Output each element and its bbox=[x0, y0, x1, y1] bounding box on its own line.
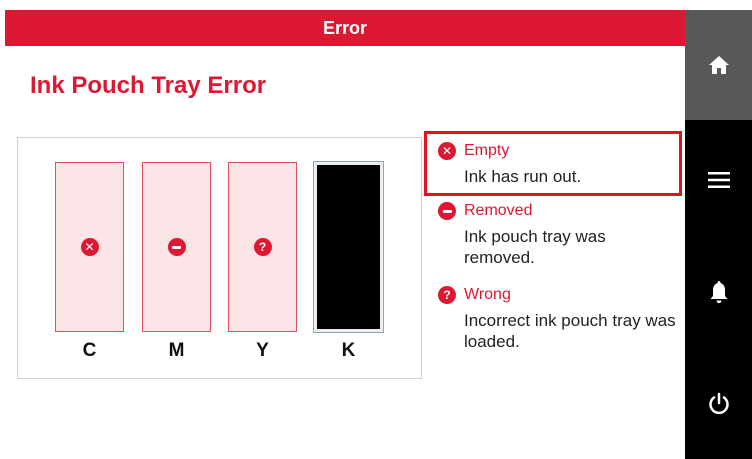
slot-m bbox=[142, 162, 211, 332]
header-title: Error bbox=[322, 17, 367, 38]
bell-icon bbox=[710, 281, 727, 303]
error-header-bar: Error bbox=[5, 10, 685, 46]
home-icon bbox=[708, 56, 729, 74]
slot-label-m: M bbox=[168, 340, 185, 361]
sidebar bbox=[685, 10, 752, 459]
minus-circle-icon bbox=[438, 202, 456, 220]
legend-removed-description: Ink pouch tray was removed. bbox=[464, 227, 606, 267]
slot-y: ? bbox=[228, 162, 297, 332]
minus-circle-icon bbox=[167, 238, 186, 256]
x-circle-icon: ✕ bbox=[438, 142, 456, 160]
legend-empty: ✕ Empty Ink has run out. bbox=[438, 142, 679, 187]
slot-k bbox=[313, 161, 384, 333]
legend-wrong-title: Wrong bbox=[464, 286, 511, 303]
question-circle-icon: ? bbox=[253, 238, 272, 256]
menu-icon bbox=[707, 172, 730, 188]
power-button[interactable] bbox=[685, 376, 752, 432]
notifications-button[interactable] bbox=[685, 264, 752, 320]
legend-empty-description: Ink has run out. bbox=[464, 167, 582, 186]
page-title: Ink Pouch Tray Error bbox=[30, 72, 267, 99]
legend-empty-title: Empty bbox=[464, 142, 510, 159]
legend-wrong: ? Wrong Incorrect ink pouch tray was loa… bbox=[438, 286, 679, 352]
slot-label-y: Y bbox=[256, 340, 269, 361]
slot-label-c: C bbox=[82, 340, 97, 361]
power-icon bbox=[708, 392, 729, 415]
ink-tray-diagram: ✕ C M ? Y K bbox=[17, 137, 422, 379]
question-circle-icon: ? bbox=[438, 286, 456, 304]
slot-label-k: K bbox=[341, 340, 356, 361]
legend-wrong-description: Incorrect ink pouch tray was loaded. bbox=[464, 311, 676, 351]
legend-removed-title: Removed bbox=[464, 202, 533, 219]
home-button[interactable] bbox=[685, 10, 752, 120]
menu-button[interactable] bbox=[685, 152, 752, 208]
x-circle-icon: ✕ bbox=[80, 238, 99, 256]
slot-c: ✕ bbox=[55, 162, 124, 332]
legend-removed: Removed Ink pouch tray was removed. bbox=[438, 202, 679, 268]
